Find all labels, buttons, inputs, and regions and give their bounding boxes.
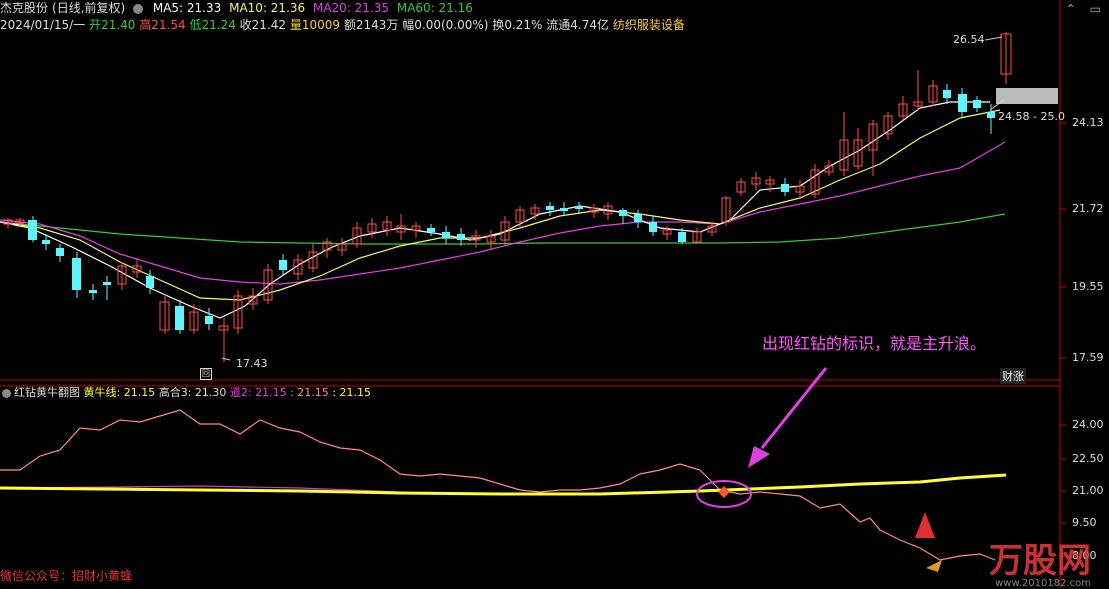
indicator-title[interactable]: 红钻黄牛翻图 <box>14 386 80 399</box>
candle <box>546 202 554 216</box>
indicator-header: 红钻黄牛翻图 黄牛线: 21.15 高合3: 21.30 道2: 21.15 :… <box>0 385 371 400</box>
red-arrow-icon <box>915 512 935 538</box>
candle <box>367 218 377 238</box>
high-arrow <box>984 36 1003 41</box>
candle <box>736 178 746 196</box>
candle <box>233 290 243 334</box>
footer-text: 微信公众号：招财小黄蜂 <box>0 569 133 583</box>
current-price-box <box>996 88 1058 104</box>
price-axis-ticks <box>1060 122 1066 557</box>
candles <box>3 32 1012 362</box>
candle <box>411 222 421 238</box>
red-diamond-icon <box>718 486 730 498</box>
axis-label: 21.72 <box>1072 202 1104 215</box>
gaohe-value: 高合3: 21.30 <box>158 386 227 399</box>
candle <box>442 226 450 244</box>
candle <box>427 224 435 236</box>
candle <box>486 230 496 250</box>
candle <box>279 254 287 276</box>
kline-chart[interactable] <box>0 0 1109 588</box>
candle <box>205 308 213 330</box>
candle <box>352 222 362 248</box>
axis-label: 19.55 <box>1072 280 1104 293</box>
candle <box>89 284 97 300</box>
indicator-settings-icon[interactable] <box>2 388 11 398</box>
low-price-label: 17.43 <box>236 357 268 370</box>
axis-label: 17.59 <box>1072 351 1104 364</box>
candle <box>175 300 184 334</box>
candle <box>943 84 951 104</box>
candle <box>159 296 170 334</box>
candle <box>515 206 525 228</box>
candle <box>883 112 893 140</box>
caizhang-tag[interactable]: 财涨 <box>1000 368 1026 384</box>
candle <box>958 88 967 118</box>
candle <box>913 70 923 110</box>
candle <box>72 252 81 298</box>
candle <box>337 238 347 256</box>
candle <box>721 196 731 226</box>
candle <box>28 216 37 242</box>
range-price-label: 24.58 - 25.0 <box>998 110 1065 123</box>
annotation-text: 出现红钻的标识，就是主升浪。 <box>762 334 987 353</box>
candle <box>248 288 258 310</box>
candle <box>382 216 392 236</box>
candle <box>457 228 465 246</box>
indicator-axis-label: 24.00 <box>1072 418 1104 431</box>
high-price-label: 26.54 <box>953 33 985 46</box>
candle <box>56 244 64 262</box>
huangniu-value: 黄牛线: 21.15 <box>83 386 156 399</box>
event-marker-icon[interactable]: 回 <box>200 368 212 380</box>
candle <box>560 202 568 216</box>
candle <box>396 214 406 240</box>
candle <box>928 80 938 106</box>
value-5: : 21.15 <box>332 386 372 399</box>
candle <box>649 216 657 236</box>
candle <box>987 104 995 134</box>
candle <box>839 112 849 176</box>
axis-label: 24.13 <box>1072 116 1104 129</box>
candle <box>751 172 761 190</box>
candle <box>103 276 111 300</box>
candle <box>973 96 981 112</box>
candle <box>795 180 805 198</box>
low-arrow <box>221 357 231 361</box>
indicator-axis-label: 9.50 <box>1072 516 1097 529</box>
annotation-arrowhead <box>748 446 770 468</box>
watermark-logo: 万股网 <box>989 541 1091 581</box>
dao-value: 道2: 21.15 <box>229 386 287 399</box>
indicator-axis-label: 22.50 <box>1072 452 1104 465</box>
candle <box>117 262 127 290</box>
candle <box>619 208 627 224</box>
watermark-url: www.2010182.com <box>995 578 1091 589</box>
candle <box>218 318 229 362</box>
candle <box>781 178 789 196</box>
candle <box>898 96 908 120</box>
gold-arrow-icon <box>926 560 942 572</box>
value-4: : 21.15 <box>290 386 329 399</box>
indicator-axis-label: 21.00 <box>1072 484 1104 497</box>
candle <box>692 228 702 244</box>
candle <box>634 210 642 228</box>
candle <box>1000 32 1012 84</box>
